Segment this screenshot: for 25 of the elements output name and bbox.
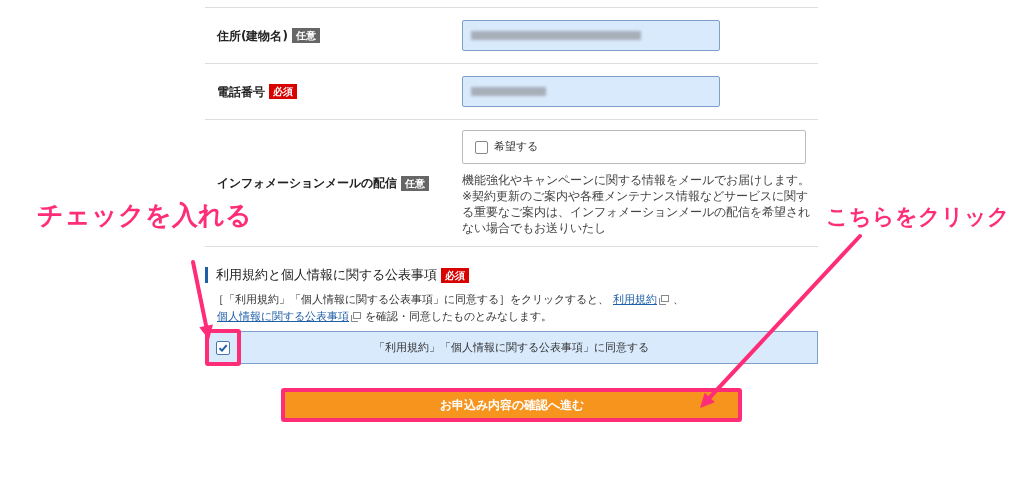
section-title: 利用規約と個人情報に関する公表事項 <box>216 266 437 285</box>
field-note: ※契約更新のご案内や各種メンテナンス情報などサービスに関する重要なご案内は、インフォメーションメールの配信を希望されない場合でもお送りいたし <box>462 188 811 236</box>
agree-label: 「利用規約」「個人情報に関する公表事項」に同意する <box>373 339 649 355</box>
field-badge: 必須 <box>441 267 469 283</box>
field-label: 電話番号 <box>217 83 265 101</box>
input-field[interactable] <box>462 76 720 107</box>
external-link-icon <box>351 312 361 322</box>
terms-link[interactable]: 利用規約 <box>613 293 669 305</box>
field-badge: 任意 <box>401 175 429 191</box>
field-label: インフォメーションメールの配信 <box>217 175 397 192</box>
annotation-text: こちらをクリック <box>826 203 1010 231</box>
field-badge: 必須 <box>269 84 297 99</box>
terms-link[interactable]: 個人情報に関する公表事項 <box>217 310 361 322</box>
agree-bar[interactable]: 「利用規約」「個人情報に関する公表事項」に同意する <box>205 331 818 364</box>
checkmark-icon <box>218 342 228 353</box>
terms-description: ［「利用規約」「個人情報に関する公表事項」に同意する］をクリックすると、 利用規約 、 個人情報に関する公表事項 を確認・同意したものとみなします。 <box>212 292 685 324</box>
checkbox-field[interactable]: 希望する <box>462 130 806 164</box>
input-field[interactable] <box>462 20 720 51</box>
external-link-icon <box>659 295 669 305</box>
field-badge: 任意 <box>291 28 320 43</box>
field-label: 住所(建物名) <box>217 27 288 45</box>
checkbox[interactable] <box>216 340 230 355</box>
field-note: 機能強化やキャンペーンに関する情報をメールでお届けします。 <box>462 172 811 188</box>
annotation-text: チェックを入れる <box>37 199 252 232</box>
checkbox[interactable] <box>475 140 488 154</box>
